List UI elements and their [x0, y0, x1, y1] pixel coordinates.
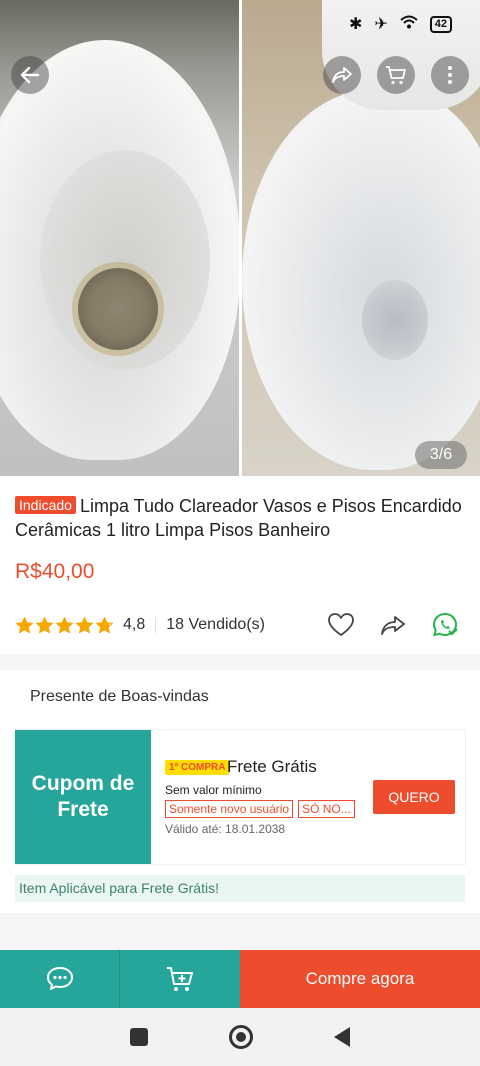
share-icon[interactable] [378, 610, 408, 640]
free-shipping-note: Item Aplicável para Frete Grátis! [15, 875, 465, 902]
product-title: Limpa Tudo Clareador Vasos e Pisos Encar… [15, 496, 462, 540]
cart-icon [386, 66, 406, 85]
divider [155, 617, 157, 633]
status-bar: ✱ ✈ 42 [0, 0, 480, 50]
recommended-badge: Indicado [15, 496, 76, 514]
claim-voucher-button[interactable]: QUERO [373, 780, 455, 814]
gallery-page-counter: 3/6 [415, 441, 467, 469]
home-icon[interactable] [228, 1025, 253, 1049]
voucher-min-value: Sem valor mínimo [165, 783, 262, 797]
chat-button[interactable] [0, 950, 120, 1008]
welcome-gift-section: Presente de Boas-vindas Cupom de Frete 1… [0, 670, 480, 913]
star-icon [16, 616, 33, 633]
sold-count: 18 Vendido(s) [166, 616, 265, 633]
airplane-icon: ✈ [374, 16, 388, 33]
status-icons: ✱ ✈ 42 [349, 14, 452, 34]
star-icon [36, 616, 53, 633]
rating-row: 4,8 18 Vendido(s) [15, 612, 470, 638]
voucher-tag: SÓ NO... [298, 800, 355, 818]
section-gap [0, 654, 480, 670]
buy-now-button[interactable]: Compre agora [240, 950, 480, 1008]
product-title-block: Indicado Limpa Tudo Clareador Vasos e Pis… [15, 494, 470, 542]
star-icon [76, 616, 93, 633]
product-screen: ✱ ✈ 42 3/6 Indicado Limpa Tudo Clareador … [0, 0, 480, 1066]
arrow-left-icon [20, 66, 40, 84]
share-icon [332, 67, 352, 83]
chat-icon [46, 967, 73, 990]
welcome-gift-heading: Presente de Boas-vindas [30, 688, 209, 705]
voucher-left-panel: Cupom de Frete [11, 730, 151, 864]
cart-button[interactable] [377, 56, 415, 94]
voucher-tags: Somente novo usuário SÓ NO... [165, 800, 355, 818]
star-icon [96, 616, 113, 633]
more-vertical-icon [448, 66, 452, 84]
voucher-valid-until: Válido até: 18.01.2038 [165, 822, 286, 836]
star-icon [56, 616, 73, 633]
section-gap [0, 913, 480, 950]
system-nav-bar [0, 1008, 480, 1066]
rating-value: 4,8 [123, 616, 146, 633]
battery-icon: 42 [429, 15, 452, 33]
back-button[interactable] [11, 56, 49, 94]
voucher-details: 1ª COMPRA Frete Grátis Sem valor mínimo … [165, 730, 465, 864]
product-price: R$40,00 [15, 560, 95, 583]
more-button[interactable] [431, 56, 469, 94]
bottom-action-bar: Compre agora [0, 950, 480, 1008]
shipping-voucher-card[interactable]: Cupom de Frete 1ª COMPRA Frete Grátis Se… [11, 730, 465, 864]
add-to-cart-icon [167, 967, 193, 991]
first-purchase-badge: 1ª COMPRA [165, 760, 230, 775]
nav-back-icon[interactable] [333, 1027, 350, 1047]
heart-icon[interactable] [326, 610, 356, 640]
wifi-icon [400, 15, 418, 34]
voucher-tag: Somente novo usuário [165, 800, 294, 818]
product-info: Indicado Limpa Tudo Clareador Vasos e Pis… [0, 476, 480, 654]
share-button[interactable] [323, 56, 361, 94]
bluetooth-icon: ✱ [348, 16, 363, 33]
recents-icon[interactable] [130, 1028, 149, 1046]
whatsapp-icon[interactable] [430, 610, 460, 640]
rating-stars [15, 616, 114, 635]
voucher-type-label: Cupom de Frete [31, 772, 135, 821]
voucher-title: Frete Grátis [227, 757, 317, 776]
add-to-cart-button[interactable] [120, 950, 240, 1008]
